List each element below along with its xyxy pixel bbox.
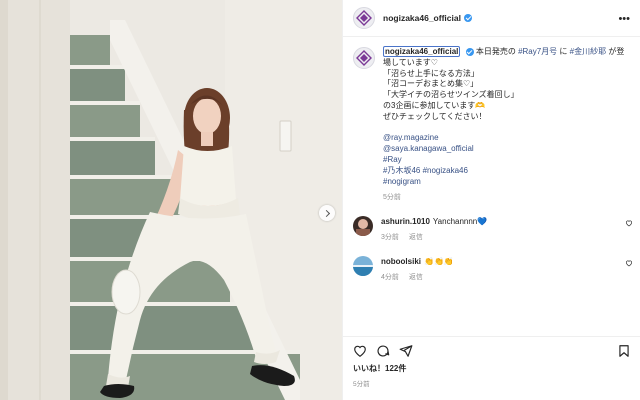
verified-badge-icon	[463, 14, 472, 22]
caption-username[interactable]: nogizaka46_official	[383, 46, 461, 57]
comment-time: 3分前	[381, 234, 399, 241]
comment-time: 4分前	[381, 274, 399, 281]
commenter-avatar[interactable]	[353, 256, 373, 276]
caption: nogizaka46_official 本日発売の #Ray7月号 に #金川紗…	[353, 46, 633, 204]
next-photo-button[interactable]	[319, 205, 335, 221]
comment-text: 👏👏👏	[424, 257, 454, 266]
comment-item: noboolsiki 👏👏👏 4分前 返信	[353, 256, 633, 283]
like-comment-heart-icon[interactable]	[625, 259, 633, 267]
post-time: 5分前	[353, 381, 370, 388]
header-username[interactable]: nogizaka46_official	[383, 13, 461, 23]
caption-line: ぜひチェックしてください！	[383, 111, 487, 121]
comment-item: ashurin.1010 Yanchannnn💙 3分前 返信	[353, 216, 633, 243]
save-bookmark-icon[interactable]	[617, 344, 631, 358]
hashtag-link[interactable]: #nogigram	[383, 177, 628, 188]
comment-username[interactable]: ashurin.1010	[381, 217, 430, 226]
comment-bubble-icon[interactable]	[376, 344, 390, 358]
post-photo	[0, 0, 342, 400]
post-detail-panel: nogizaka46_official ••• nogizaka46_offic…	[342, 0, 640, 400]
caption-line: 「沼らせ上手になる方法」	[383, 68, 479, 78]
hashtag-link[interactable]: #Ray	[383, 155, 628, 166]
hashtag-link[interactable]: #金川紗耶	[570, 47, 606, 56]
like-heart-icon[interactable]	[353, 344, 367, 358]
commenter-avatar[interactable]	[353, 216, 373, 236]
caption-line: の3企画に参加しています🫶	[383, 100, 486, 110]
caption-time: 5分前	[383, 194, 401, 202]
mention-link[interactable]: @ray.magazine	[383, 133, 628, 144]
avatar[interactable]	[353, 7, 375, 29]
comment-text: Yanchannnn💙	[432, 217, 488, 226]
caption-text: に	[559, 47, 568, 56]
reply-button[interactable]: 返信	[409, 234, 423, 241]
reply-button[interactable]: 返信	[409, 274, 423, 281]
post-header: nogizaka46_official •••	[343, 0, 640, 37]
more-options-icon[interactable]: •••	[618, 13, 630, 25]
caption-line: 場しています♡	[383, 57, 438, 67]
caption-body: nogizaka46_official 本日発売の #Ray7月号 に #金川紗…	[383, 46, 628, 204]
hashtag-link[interactable]: #Ray7月号	[518, 47, 557, 56]
caption-text: が登	[608, 47, 625, 56]
nogizaka-logo-icon	[356, 50, 372, 66]
caption-text: 本日発売の	[475, 47, 516, 56]
staircase-photo	[0, 0, 342, 400]
post-actions: いいね！122件 5分前	[343, 336, 640, 400]
nogizaka-logo-icon	[356, 10, 372, 26]
chevron-right-icon	[322, 209, 330, 217]
comment-username[interactable]: noboolsiki	[381, 257, 421, 266]
like-comment-heart-icon[interactable]	[625, 219, 633, 227]
share-send-icon[interactable]	[399, 344, 413, 358]
hashtag-link[interactable]: #乃木坂46 #nogizaka46	[383, 166, 628, 177]
caption-line: 「大学イチの沼らせツインズ着回し」	[383, 90, 519, 100]
caption-avatar[interactable]	[353, 47, 375, 69]
caption-line: 「沼コーデおまとめ集♡」	[383, 79, 479, 89]
verified-badge-icon	[465, 47, 474, 56]
mention-link[interactable]: @saya.kanagawa_official	[383, 144, 628, 155]
